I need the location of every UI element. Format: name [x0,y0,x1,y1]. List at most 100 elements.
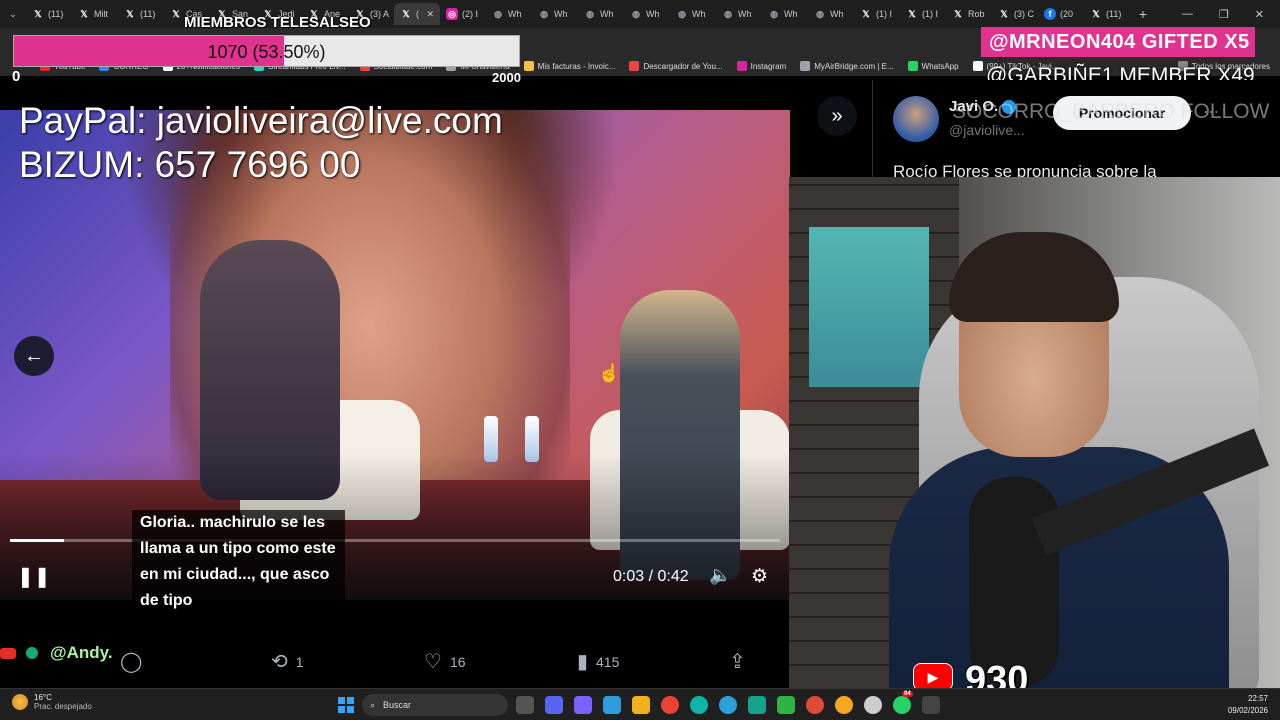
browser-tab[interactable]: f (20 [1038,3,1084,25]
bar-chart-icon: ▮ [577,651,589,673]
x-icon: 𝕏 [34,8,42,19]
tab-label: Wh [784,9,798,19]
browser-tab[interactable]: 𝕏 Rob [946,3,992,25]
tab-label: (1) I [876,9,893,19]
pause-icon[interactable]: ❚❚ [17,564,51,589]
app-icon[interactable] [806,696,824,714]
discord-icon[interactable] [545,696,563,714]
browser-tab[interactable]: 𝕏 (1) I [854,3,900,25]
camtasia-icon[interactable] [777,696,795,714]
tab-label: (20 [1060,9,1074,19]
globe-icon: ◍ [586,8,594,19]
close-tab-icon[interactable]: ✕ [426,9,434,20]
share-button[interactable]: ⇪ [729,649,746,674]
close-window-icon[interactable]: ✕ [1255,8,1264,21]
browser-tab[interactable]: ◎ (2) I [440,3,486,25]
browser-tab[interactable]: ◍ Wh [486,3,532,25]
tab-label: Wh [692,9,706,19]
tab-label: Wh [508,9,522,19]
weather-sun-icon [12,694,28,710]
task-view-icon[interactable] [516,696,534,714]
chat-username: @Andy. [50,643,113,662]
like-button[interactable]: ♡ 16 [424,649,466,674]
browser-tab[interactable]: 𝕏 (✕ [394,3,440,25]
video-progress-bar[interactable] [10,539,780,542]
screen: ⌄ 𝕏 (11) 𝕏 Milt 𝕏 (11) 𝕏 Cas 𝕏 San 𝕏 Jedi 𝕏 Ane 𝕏 (3) A… [0,0,1280,720]
webcam-overlay [789,177,1280,688]
app-icon[interactable] [835,696,853,714]
browser-tab[interactable]: ◍ Wh [532,3,578,25]
bookmark-item[interactable]: MyAirBridge.com | E... [800,61,894,71]
maximize-icon[interactable]: ❐ [1219,8,1229,21]
app-icon[interactable] [864,696,882,714]
avatar[interactable] [893,96,939,142]
tab-label: (2) I [462,9,479,19]
volume-icon[interactable]: 🔈 [709,565,731,586]
goal-progress-bar: 1070 (53.50%) [13,35,520,67]
browser-tab[interactable]: 𝕏 (3) C [992,3,1038,25]
settings-gear-icon[interactable]: ⚙ [751,565,768,588]
settings-app-icon[interactable] [603,696,621,714]
minimize-icon[interactable]: — [1182,8,1193,21]
expand-chevrons-icon[interactable]: » [817,96,857,136]
reply-button[interactable]: ◯ [120,649,142,674]
bookmark-item[interactable]: Instagram [736,61,786,71]
weather-widget[interactable]: 16°C Prac. despejado [12,693,92,711]
taskbar: 16°C Prac. despejado ⌕ Buscar 94 22:57 09 [0,688,1280,720]
youtube-mini-icon [0,647,16,659]
x-icon: 𝕏 [402,8,410,19]
window-controls: — ❐ ✕ [1182,8,1280,21]
browser-tab[interactable]: ◍ Wh [716,3,762,25]
bookmark-item[interactable]: WhatsApp [907,61,959,71]
tab-label: (3) C [1014,9,1034,19]
bookmark-icon [736,61,747,71]
edge-icon[interactable] [690,696,708,714]
retweet-button[interactable]: ⟲ 1 [271,649,304,674]
like-count: 16 [449,653,466,670]
windows-start-icon[interactable] [338,697,354,713]
browser-tab[interactable]: 𝕏 (11) [26,3,72,25]
browser-tab[interactable]: ◍ Wh [624,3,670,25]
youtube-icon: ▶ [913,663,953,691]
bookmark-label: Mis facturas - Invoic... [537,61,616,71]
browser-tab[interactable]: ◍ Wh [808,3,854,25]
telegram-icon[interactable] [719,696,737,714]
tab-label: (11) [1106,9,1122,19]
browser-tab[interactable]: 𝕏 (1) I [900,3,946,25]
tweet-author-handle[interactable]: @javiolive... [949,122,1025,138]
app-icon[interactable] [922,696,940,714]
bookmark-icon [629,61,640,71]
taskbar-search[interactable]: ⌕ Buscar [362,694,508,716]
globe-icon: ◍ [770,8,778,19]
follow-alert: SOCORRO_BARBERO FOLLOW [952,100,1270,123]
bookmark-item[interactable]: Mis facturas - Invoic... [523,61,616,71]
clock[interactable]: 22:57 09/02/2026 [1228,693,1268,717]
browser-tab[interactable]: ◍ Wh [762,3,808,25]
views-button[interactable]: ▮ 415 [577,649,619,674]
new-tab-plus-icon[interactable]: + [1130,6,1156,22]
bizum-text: BIZUM: 657 7696 00 [19,144,361,185]
microphone-icon [969,477,1059,687]
views-count: 415 [596,653,620,670]
tab-search-chevron-icon[interactable]: ⌄ [0,9,26,20]
file-explorer-icon[interactable] [632,696,650,714]
app-icon[interactable] [748,696,766,714]
tab-label: Wh [830,9,844,19]
globe-icon: ◍ [540,8,548,19]
globe-icon: ◍ [494,8,502,19]
time: 22:57 [1247,694,1268,703]
browser-tab[interactable]: ◍ Wh [578,3,624,25]
browser-tab[interactable]: 𝕏 (11) [1084,3,1130,25]
x-icon: 𝕏 [1000,8,1008,19]
back-arrow-icon[interactable]: ← [14,336,54,376]
browser-tab[interactable]: 𝕏 Milt [72,3,118,25]
whatsapp-icon[interactable]: 94 [893,691,913,714]
bookmark-item[interactable]: Descargador de You... [629,61,723,71]
browser-tab[interactable]: ◍ Wh [670,3,716,25]
tab-label: (11) [140,9,156,19]
teams-icon[interactable] [574,696,592,714]
tab-label: (1) I [922,9,939,19]
chrome-icon[interactable] [661,696,679,714]
x-icon: 𝕏 [126,8,134,19]
browser-tab[interactable]: 𝕏 (11) [118,3,164,25]
